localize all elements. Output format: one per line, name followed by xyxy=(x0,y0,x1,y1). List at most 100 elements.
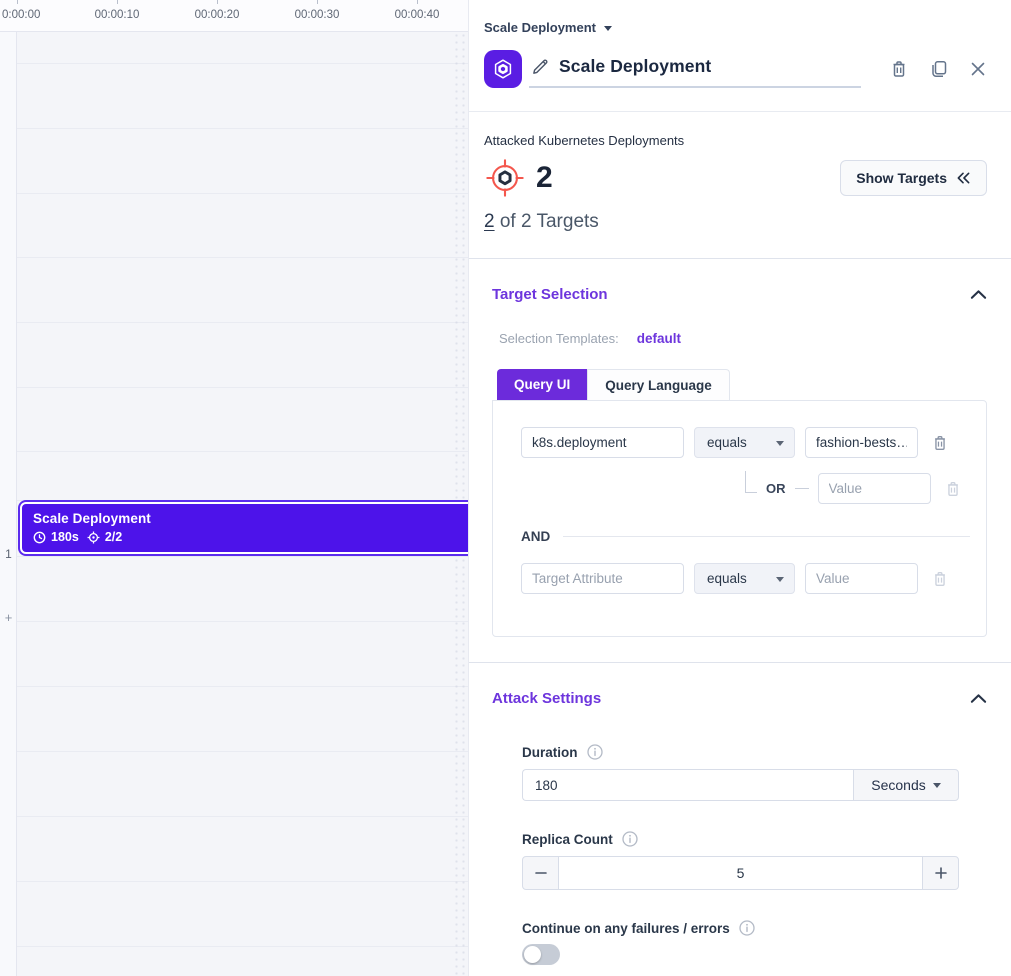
experiment-editor: 0:00:00 00:00:10 00:00:20 00:00:30 00:00… xyxy=(0,0,1011,976)
tab-query-language[interactable]: Query Language xyxy=(587,369,730,400)
ruler-tick xyxy=(17,0,18,4)
replica-count-stepper xyxy=(522,856,959,890)
step-duration: 180s xyxy=(51,530,79,544)
copy-icon xyxy=(929,59,949,79)
clock-icon xyxy=(33,531,46,544)
chevron-up-icon xyxy=(970,289,987,300)
attribute-input-1[interactable] xyxy=(521,427,684,458)
close-icon xyxy=(969,60,987,78)
and-label: AND xyxy=(521,529,550,544)
show-targets-button[interactable]: Show Targets xyxy=(840,160,987,196)
chevron-up-icon xyxy=(970,693,987,704)
ruler-label: 00:00:30 xyxy=(295,9,340,21)
or-connector xyxy=(745,471,757,493)
selection-templates-label: Selection Templates: xyxy=(499,331,619,346)
attack-settings-heading: Attack Settings xyxy=(492,690,601,707)
close-panel-button[interactable] xyxy=(969,60,987,78)
chevron-down-icon xyxy=(776,441,784,446)
target-selection-section: Target Selection Selection Templates: de… xyxy=(469,259,1011,637)
attack-type-icon xyxy=(484,50,522,88)
lane-number: 1 xyxy=(0,547,17,561)
step-type-dropdown[interactable]: Scale Deployment xyxy=(469,0,1011,35)
timeline-area: 0:00:00 00:00:10 00:00:20 00:00:30 00:00… xyxy=(0,0,468,976)
info-icon[interactable] xyxy=(587,744,603,760)
lane-gutter: 1 + xyxy=(0,32,17,976)
step-type-label: Scale Deployment xyxy=(484,20,596,35)
ruler-tick xyxy=(317,0,318,4)
chevron-down-icon xyxy=(933,783,941,788)
attacked-targets-section: Attacked Kubernetes Deployments 2 Show T… xyxy=(469,112,1011,233)
info-icon[interactable] xyxy=(622,831,638,847)
operator-value: equals xyxy=(707,571,747,586)
ruler-label: 00:00:40 xyxy=(395,9,440,21)
or-connector xyxy=(795,488,809,489)
duration-unit-value: Seconds xyxy=(871,777,925,793)
plus-icon xyxy=(933,865,949,881)
duration-label: Duration xyxy=(522,745,578,760)
replica-count-label: Replica Count xyxy=(522,832,613,847)
step-meta: 180s 2/2 xyxy=(33,530,468,544)
step-name-value: Scale Deployment xyxy=(559,56,711,77)
header-actions xyxy=(889,50,987,79)
ruler-tick xyxy=(117,0,118,4)
operator-select-1[interactable]: equals xyxy=(694,427,795,458)
duration-input[interactable] xyxy=(522,769,853,801)
step-target-count: 2/2 xyxy=(105,530,122,544)
info-icon[interactable] xyxy=(739,920,755,936)
duration-unit-select[interactable]: Seconds xyxy=(853,769,959,801)
step-config-panel: Scale Deployment Scale Deployment xyxy=(468,0,1011,976)
pencil-icon xyxy=(531,57,550,76)
decrement-button[interactable] xyxy=(522,856,559,890)
chevron-down-icon xyxy=(604,26,612,31)
chevron-down-icon xyxy=(776,577,784,582)
continue-on-failure-toggle[interactable] xyxy=(522,944,560,965)
replica-count-input[interactable] xyxy=(559,856,922,890)
trash-icon xyxy=(944,480,962,498)
show-targets-label: Show Targets xyxy=(856,170,947,186)
query-tabs: Query UI Query Language xyxy=(497,369,987,400)
delete-condition-button[interactable] xyxy=(931,570,949,588)
ruler-tick xyxy=(417,0,418,4)
operator-value: equals xyxy=(707,435,747,450)
add-lane-button[interactable]: + xyxy=(0,610,17,625)
panel-header: Scale Deployment xyxy=(484,50,987,88)
double-chevron-left-icon xyxy=(956,171,971,185)
trash-icon xyxy=(889,59,909,79)
delete-step-button[interactable] xyxy=(889,59,909,79)
target-count: 2 xyxy=(536,161,553,195)
and-divider xyxy=(563,536,970,537)
step-title: Scale Deployment xyxy=(33,511,468,526)
targets-count-link[interactable]: 2 xyxy=(484,211,495,232)
operator-select-2[interactable]: equals xyxy=(694,563,795,594)
toggle-knob xyxy=(524,946,541,963)
template-default-link[interactable]: default xyxy=(637,331,681,346)
attribute-input-2[interactable] xyxy=(521,563,684,594)
trash-icon xyxy=(931,434,949,452)
ruler-label: 00:00:20 xyxy=(195,9,240,21)
targets-summary-rest: of 2 Targets xyxy=(495,211,599,232)
delete-or-value-button[interactable] xyxy=(944,480,962,498)
timeline-step-scale-deployment[interactable]: Scale Deployment 180s 2/2 xyxy=(20,502,468,554)
query-builder: equals OR xyxy=(492,400,987,637)
target-icon xyxy=(87,531,100,544)
value-input-2[interactable] xyxy=(805,563,918,594)
minus-icon xyxy=(533,865,549,881)
timeline-ruler: 0:00:00 00:00:10 00:00:20 00:00:30 00:00… xyxy=(0,0,468,32)
attack-settings-section: Attack Settings Duration xyxy=(469,663,1011,965)
collapse-attack-settings-button[interactable] xyxy=(970,693,987,704)
ruler-label: 0:00:00 xyxy=(2,9,40,21)
delete-condition-button[interactable] xyxy=(931,434,949,452)
tab-query-ui[interactable]: Query UI xyxy=(497,369,587,400)
or-value-input[interactable] xyxy=(818,473,931,504)
target-selection-heading: Target Selection xyxy=(492,286,608,303)
continue-on-failure-label: Continue on any failures / errors xyxy=(522,921,730,936)
hexagon-icon xyxy=(491,57,515,81)
duplicate-step-button[interactable] xyxy=(929,59,949,79)
collapse-target-selection-button[interactable] xyxy=(970,289,987,300)
increment-button[interactable] xyxy=(922,856,959,890)
step-name-input[interactable]: Scale Deployment xyxy=(529,50,861,88)
or-label: OR xyxy=(766,481,786,496)
targets-summary: 2 of 2 Targets xyxy=(484,211,987,233)
value-input-1[interactable] xyxy=(805,427,918,458)
crosshair-target-icon xyxy=(484,157,526,199)
